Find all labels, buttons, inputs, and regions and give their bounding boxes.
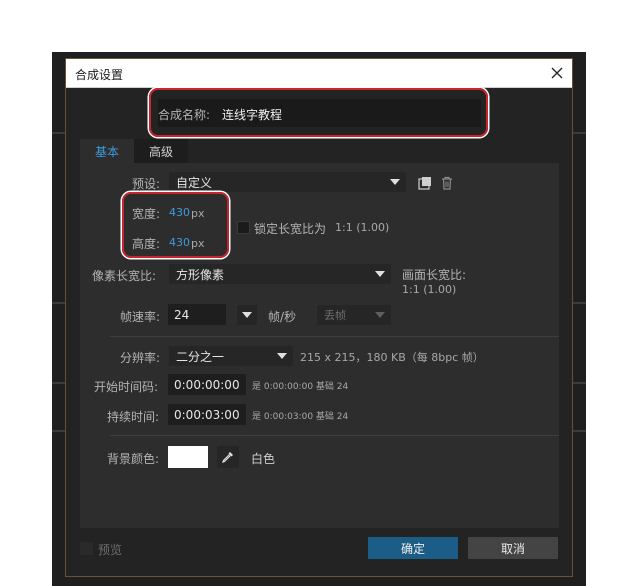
frame-rate-label: 帧速率: bbox=[120, 310, 161, 324]
backdrop-line bbox=[52, 382, 65, 384]
frame-rate-dropdown-button[interactable] bbox=[237, 305, 257, 325]
dialog-title: 合成设置 bbox=[75, 68, 124, 82]
pixel-aspect-label: 像素长宽比: bbox=[92, 269, 157, 283]
composition-settings-dialog: 合成设置 合成名称: 连线字教程 基本 高级 预设: 自定义 宽度: 430 p… bbox=[65, 58, 573, 577]
lock-aspect-checkbox[interactable] bbox=[237, 221, 250, 234]
duration-input[interactable]: 0:00:03:00 bbox=[168, 404, 246, 425]
tab-advanced[interactable]: 高级 bbox=[134, 139, 188, 163]
frame-aspect-value: 1:1 (1.00) bbox=[402, 283, 457, 296]
preview-label: 预览 bbox=[98, 543, 123, 557]
drop-frame-dropdown[interactable]: 丢帧 bbox=[317, 305, 391, 325]
preset-value: 自定义 bbox=[176, 175, 213, 190]
frame-rate-unit: 帧/秒 bbox=[268, 310, 297, 324]
resolution-label: 分辨率: bbox=[120, 351, 161, 365]
start-timecode-input[interactable]: 0:00:00:00 bbox=[168, 374, 246, 395]
divider bbox=[110, 435, 559, 436]
backdrop-line bbox=[573, 382, 586, 384]
chevron-down-icon bbox=[277, 353, 287, 359]
background-color-label: 背景颜色: bbox=[107, 452, 160, 466]
cancel-button[interactable]: 取消 bbox=[468, 537, 558, 559]
save-preset-icon bbox=[418, 177, 431, 190]
frame-rate-input[interactable]: 24 bbox=[168, 304, 226, 325]
start-timecode-value: 0:00:00:00 bbox=[174, 377, 240, 392]
save-preset-button[interactable] bbox=[416, 174, 434, 192]
duration-label: 持续时间: bbox=[107, 410, 160, 424]
preset-label: 预设: bbox=[132, 177, 161, 191]
delete-preset-button[interactable] bbox=[438, 174, 456, 192]
frame-aspect-label: 画面长宽比: bbox=[402, 268, 467, 282]
tab-basic[interactable]: 基本 bbox=[80, 139, 134, 163]
backdrop-line bbox=[52, 132, 65, 134]
dialog-titlebar: 合成设置 bbox=[66, 59, 572, 88]
pixel-aspect-dropdown[interactable]: 方形像素 bbox=[169, 264, 391, 284]
chevron-down-icon bbox=[390, 179, 400, 185]
highlight-ring-size bbox=[122, 192, 229, 258]
resolution-dropdown[interactable]: 二分之一 bbox=[169, 346, 293, 366]
basic-settings-panel: 预设: 自定义 宽度: 430 px 高度: 430 px 锁定长宽比为 1:1… bbox=[80, 163, 559, 528]
resolution-value: 二分之一 bbox=[176, 349, 225, 364]
trash-icon bbox=[442, 176, 452, 190]
background-color-swatch[interactable] bbox=[168, 446, 208, 468]
preset-dropdown[interactable]: 自定义 bbox=[169, 172, 406, 192]
backdrop-line bbox=[573, 430, 586, 432]
preview-checkbox[interactable] bbox=[80, 542, 93, 555]
pixel-aspect-value: 方形像素 bbox=[176, 267, 225, 282]
start-timecode-note: 是 0:00:00:00 基础 24 bbox=[252, 382, 349, 392]
backdrop-line bbox=[52, 302, 65, 304]
eyedropper-button[interactable] bbox=[217, 446, 239, 468]
divider bbox=[110, 336, 559, 337]
eyedropper-icon bbox=[222, 452, 233, 463]
lock-aspect-label: 锁定长宽比为 bbox=[254, 222, 327, 236]
backdrop-line bbox=[573, 132, 586, 134]
start-timecode-label: 开始时间码: bbox=[94, 380, 159, 394]
duration-value: 0:00:03:00 bbox=[174, 407, 240, 422]
frame-rate-value: 24 bbox=[174, 307, 190, 322]
close-button[interactable] bbox=[544, 61, 570, 85]
resolution-info: 215 x 215，180 KB（每 8bpc 帧） bbox=[300, 351, 484, 364]
duration-note: 是 0:00:03:00 基础 24 bbox=[252, 412, 349, 422]
chevron-down-icon bbox=[375, 271, 385, 277]
highlight-ring-name bbox=[149, 88, 488, 137]
lock-aspect-ratio: 1:1 (1.00) bbox=[335, 221, 390, 234]
drop-frame-value: 丢帧 bbox=[324, 309, 346, 322]
close-icon bbox=[551, 67, 563, 79]
chevron-down-icon bbox=[375, 312, 385, 318]
backdrop-line bbox=[573, 302, 586, 304]
ok-button[interactable]: 确定 bbox=[368, 537, 458, 559]
background-color-name: 白色 bbox=[251, 452, 276, 466]
backdrop-line bbox=[52, 430, 65, 432]
